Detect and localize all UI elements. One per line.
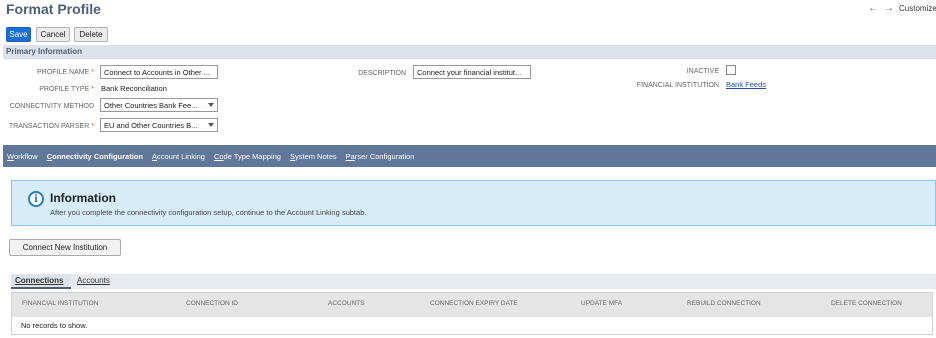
connections-table: FINANCIAL INSTITUTION CONNECTION ID ACCO… — [11, 292, 933, 335]
active-subtab-underline — [11, 287, 71, 289]
column-update-mfa[interactable]: UPDATE MFA — [581, 300, 622, 307]
information-text: After you complete the connectivity conf… — [50, 208, 367, 217]
inactive-label: INACTIVE — [686, 68, 719, 75]
profile-type-value: Bank Reconciliation — [101, 84, 167, 93]
empty-state-text: No records to show. — [21, 321, 88, 330]
column-accounts[interactable]: ACCOUNTS — [328, 300, 364, 307]
inactive-checkbox[interactable] — [726, 65, 736, 75]
connectivity-method-select[interactable]: Other Countries Bank Fee... — [100, 98, 218, 112]
info-circle-icon: i — [28, 191, 44, 207]
description-field[interactable]: Connect your financial institut... — [413, 65, 531, 79]
tab-workflow[interactable]: Workflow — [7, 152, 38, 161]
information-title: Information — [50, 191, 116, 205]
profile-name-label: PROFILE NAME * — [37, 69, 94, 76]
history-nav: ← → — [868, 3, 894, 14]
arrow-left-icon[interactable]: ← — [868, 3, 878, 14]
table-header: FINANCIAL INSTITUTION CONNECTION ID ACCO… — [12, 293, 932, 317]
customize-link[interactable]: Customize — [899, 4, 936, 13]
primary-information-header[interactable]: Primary Information — [3, 45, 936, 59]
description-label: DESCRIPTION — [358, 70, 406, 77]
tab-accounts[interactable]: Accounts — [77, 276, 110, 285]
column-rebuild-connection[interactable]: REBUILD CONNECTION — [687, 300, 761, 307]
tab-connectivity-configuration[interactable]: Connectivity Configuration — [47, 152, 143, 161]
tab-parser-configuration[interactable]: Parser Configuration — [346, 152, 415, 161]
connect-new-institution-button[interactable]: Connect New Institution — [9, 239, 121, 256]
financial-institution-label: FINANCIAL INSTITUTION — [636, 82, 719, 89]
tab-account-linking[interactable]: Account Linking — [152, 152, 205, 161]
profile-type-label: PROFILE TYPE * — [39, 86, 94, 93]
profile-name-field[interactable]: Connect to Accounts in Other ... — [100, 65, 218, 79]
save-button[interactable]: Save — [6, 27, 31, 42]
connectivity-method-label: CONNECTIVITY METHOD — [9, 103, 94, 110]
transaction-parser-label: TRANSACTION PARSER * — [8, 123, 94, 130]
information-banner: i Information After you complete the con… — [11, 180, 936, 226]
cancel-button[interactable]: Cancel — [36, 27, 70, 42]
tab-connections[interactable]: Connections — [15, 276, 63, 285]
column-connection-expiry-date[interactable]: CONNECTION EXPIRY DATE — [430, 300, 518, 307]
delete-button[interactable]: Delete — [74, 27, 108, 42]
chevron-down-icon — [208, 123, 214, 127]
subtab-bar: Workflow Connectivity Configuration Acco… — [3, 145, 936, 167]
page-title: Format Profile — [6, 1, 101, 17]
tab-code-type-mapping[interactable]: Code Type Mapping — [214, 152, 281, 161]
transaction-parser-select[interactable]: EU and Other Countries B... — [100, 118, 218, 132]
arrow-right-icon[interactable]: → — [884, 3, 894, 14]
column-delete-connection[interactable]: DELETE CONNECTION — [831, 300, 902, 307]
connections-subtab-bar: Connections Accounts — [11, 274, 936, 289]
column-connection-id[interactable]: CONNECTION ID — [186, 300, 238, 307]
connectivity-method-value: Other Countries Bank Fee... — [104, 101, 198, 110]
chevron-down-icon — [208, 103, 214, 107]
financial-institution-link[interactable]: Bank Feeds — [726, 80, 766, 89]
transaction-parser-value: EU and Other Countries B... — [104, 121, 198, 130]
tab-system-notes[interactable]: System Notes — [290, 152, 337, 161]
column-financial-institution[interactable]: FINANCIAL INSTITUTION — [22, 300, 98, 307]
